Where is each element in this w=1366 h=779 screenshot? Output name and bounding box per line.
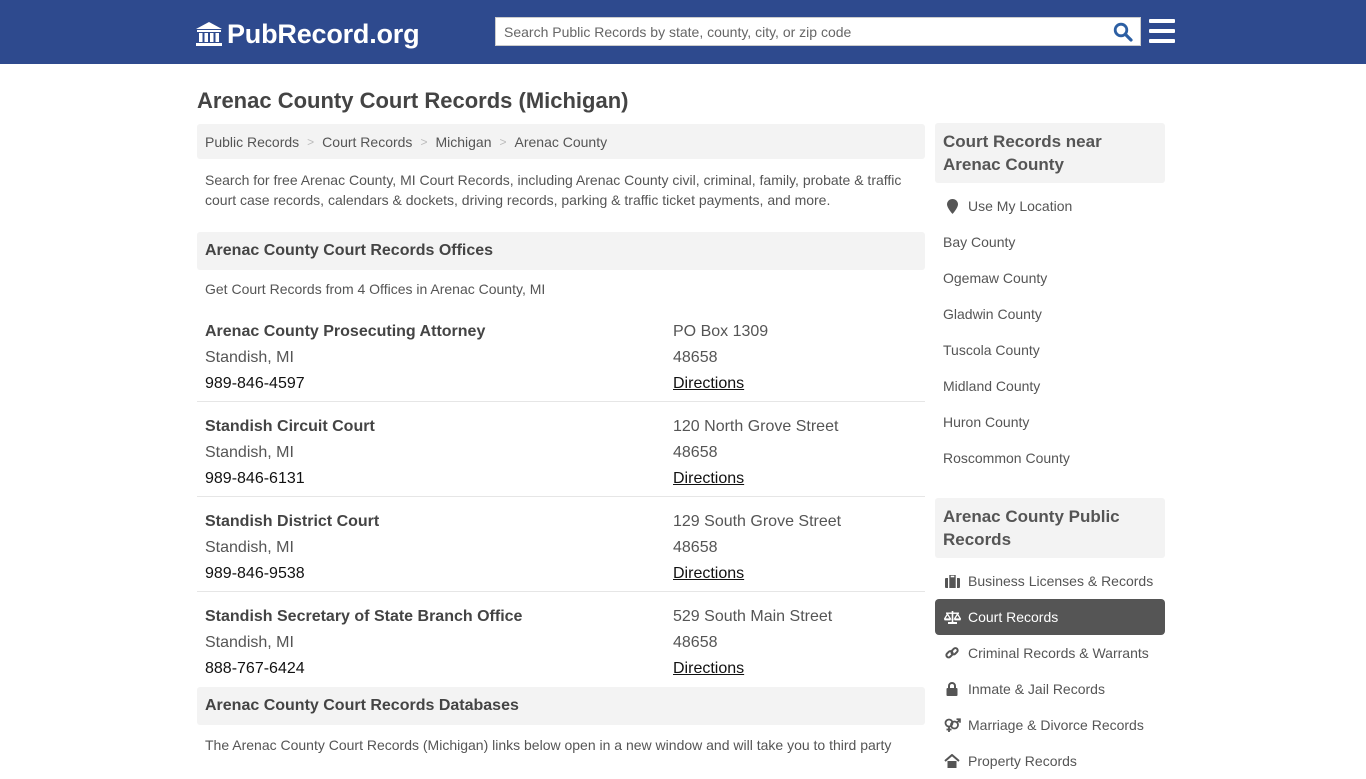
nearby-county-link[interactable]: Huron County — [935, 404, 1165, 440]
offices-count-note: Get Court Records from 4 Offices in Aren… — [205, 281, 546, 297]
sidebar-item-criminal-records[interactable]: Criminal Records & Warrants — [935, 635, 1165, 671]
office-address: 120 North Grove Street — [673, 418, 839, 435]
office-phone[interactable]: 989-846-6131 — [205, 466, 673, 492]
menu-bar-icon — [1149, 19, 1175, 23]
page-title: Arenac County Court Records (Michigan) — [197, 88, 629, 113]
lock-icon — [943, 682, 961, 696]
link-icon — [943, 646, 961, 660]
search-button[interactable] — [1106, 18, 1140, 45]
directions-link[interactable]: Directions — [673, 660, 744, 677]
breadcrumb-michigan[interactable]: Michigan — [435, 134, 491, 150]
sidebar-item-property-records[interactable]: Property Records — [935, 743, 1165, 779]
scales-icon — [943, 610, 961, 624]
office-phone[interactable]: 888-767-6424 — [205, 656, 673, 682]
sidebar-item-inmate-records[interactable]: Inmate & Jail Records — [935, 671, 1165, 707]
office-name: Arenac County Prosecuting Attorney — [205, 323, 486, 340]
nearby-county-link[interactable]: Ogemaw County — [935, 260, 1165, 296]
logo-text: PubRecord.org — [227, 18, 420, 49]
sidebar-item-label: Criminal Records & Warrants — [968, 645, 1149, 661]
office-city: Standish, MI — [205, 444, 294, 461]
office-zip: 48658 — [673, 349, 718, 366]
breadcrumb: Public Records > Court Records > Michiga… — [197, 124, 925, 159]
sidebar-item-label: Inmate & Jail Records — [968, 681, 1105, 697]
intro-text: Search for free Arenac County, MI Court … — [205, 172, 902, 208]
office-zip: 48658 — [673, 444, 718, 461]
breadcrumb-separator: > — [307, 134, 315, 149]
sidebar: Court Records near Arenac County Use My … — [935, 123, 1165, 779]
directions-link[interactable]: Directions — [673, 565, 744, 582]
top-navbar: PubRecord.org — [0, 0, 1366, 64]
office-zip: 48658 — [673, 634, 718, 651]
office-item: Arenac County Prosecuting Attorney Stand… — [197, 307, 925, 402]
main-content: Public Records > Court Records > Michiga… — [197, 124, 925, 753]
sidebar-item-label: Court Records — [968, 609, 1059, 625]
office-name: Standish Secretary of State Branch Offic… — [205, 608, 523, 625]
office-address: 529 South Main Street — [673, 608, 833, 625]
office-city: Standish, MI — [205, 634, 294, 651]
hamburger-menu-button[interactable] — [1149, 19, 1175, 43]
home-icon — [943, 754, 961, 768]
sidebar-item-label: Property Records — [968, 753, 1077, 769]
menu-bar-icon — [1149, 39, 1175, 43]
public-records-section-title: Arenac County Public Records — [935, 498, 1165, 558]
breadcrumb-court-records[interactable]: Court Records — [322, 134, 412, 150]
nearby-county-link[interactable]: Midland County — [935, 368, 1165, 404]
search-input[interactable] — [496, 18, 1106, 45]
breadcrumb-public-records[interactable]: Public Records — [205, 134, 299, 150]
directions-link[interactable]: Directions — [673, 375, 744, 392]
office-item: Standish District Court Standish, MI 989… — [197, 497, 925, 592]
menu-bar-icon — [1149, 29, 1175, 33]
breadcrumb-separator: > — [499, 134, 507, 149]
office-city: Standish, MI — [205, 349, 294, 366]
office-city: Standish, MI — [205, 539, 294, 556]
offices-section-title: Arenac County Court Records Offices — [197, 232, 925, 270]
sidebar-item-label: Marriage & Divorce Records — [968, 717, 1144, 733]
site-logo[interactable]: PubRecord.org — [195, 18, 420, 50]
nearby-county-link[interactable]: Gladwin County — [935, 296, 1165, 332]
nearby-county-link[interactable]: Tuscola County — [935, 332, 1165, 368]
briefcase-icon — [943, 574, 961, 588]
nearby-county-link[interactable]: Bay County — [935, 224, 1165, 260]
search-bar — [495, 17, 1141, 46]
breadcrumb-arenac-county[interactable]: Arenac County — [515, 134, 608, 150]
sidebar-item-business-licenses[interactable]: Business Licenses & Records — [935, 563, 1165, 599]
office-name: Standish Circuit Court — [205, 418, 375, 435]
office-address: PO Box 1309 — [673, 323, 769, 340]
sidebar-item-label: Business Licenses & Records — [968, 573, 1154, 589]
databases-intro-text: The Arenac County Court Records (Michiga… — [205, 737, 892, 753]
search-icon — [1113, 22, 1133, 42]
office-address: 129 South Grove Street — [673, 513, 842, 530]
databases-section-title: Arenac County Court Records Databases — [197, 687, 925, 725]
office-name: Standish District Court — [205, 513, 380, 530]
use-my-location-label: Use My Location — [968, 198, 1073, 214]
nearby-list: Use My Location Bay County Ogemaw County… — [935, 183, 1165, 476]
gender-icon — [943, 717, 961, 733]
use-my-location-link[interactable]: Use My Location — [935, 188, 1165, 224]
office-item: Standish Secretary of State Branch Offic… — [197, 592, 925, 687]
office-phone[interactable]: 989-846-9538 — [205, 561, 673, 587]
office-zip: 48658 — [673, 539, 718, 556]
nearby-county-link[interactable]: Roscommon County — [935, 440, 1165, 476]
sidebar-item-court-records[interactable]: Court Records — [935, 599, 1165, 635]
sidebar-item-marriage-records[interactable]: Marriage & Divorce Records — [935, 707, 1165, 743]
courthouse-icon — [196, 22, 222, 46]
office-phone[interactable]: 989-846-4597 — [205, 371, 673, 397]
public-records-list: Business Licenses & Records Court Record… — [935, 558, 1165, 779]
office-item: Standish Circuit Court Standish, MI 989-… — [197, 402, 925, 497]
offices-list: Arenac County Prosecuting Attorney Stand… — [197, 307, 925, 687]
map-marker-icon — [943, 198, 961, 214]
breadcrumb-separator: > — [420, 134, 428, 149]
directions-link[interactable]: Directions — [673, 470, 744, 487]
nearby-section-title: Court Records near Arenac County — [935, 123, 1165, 183]
